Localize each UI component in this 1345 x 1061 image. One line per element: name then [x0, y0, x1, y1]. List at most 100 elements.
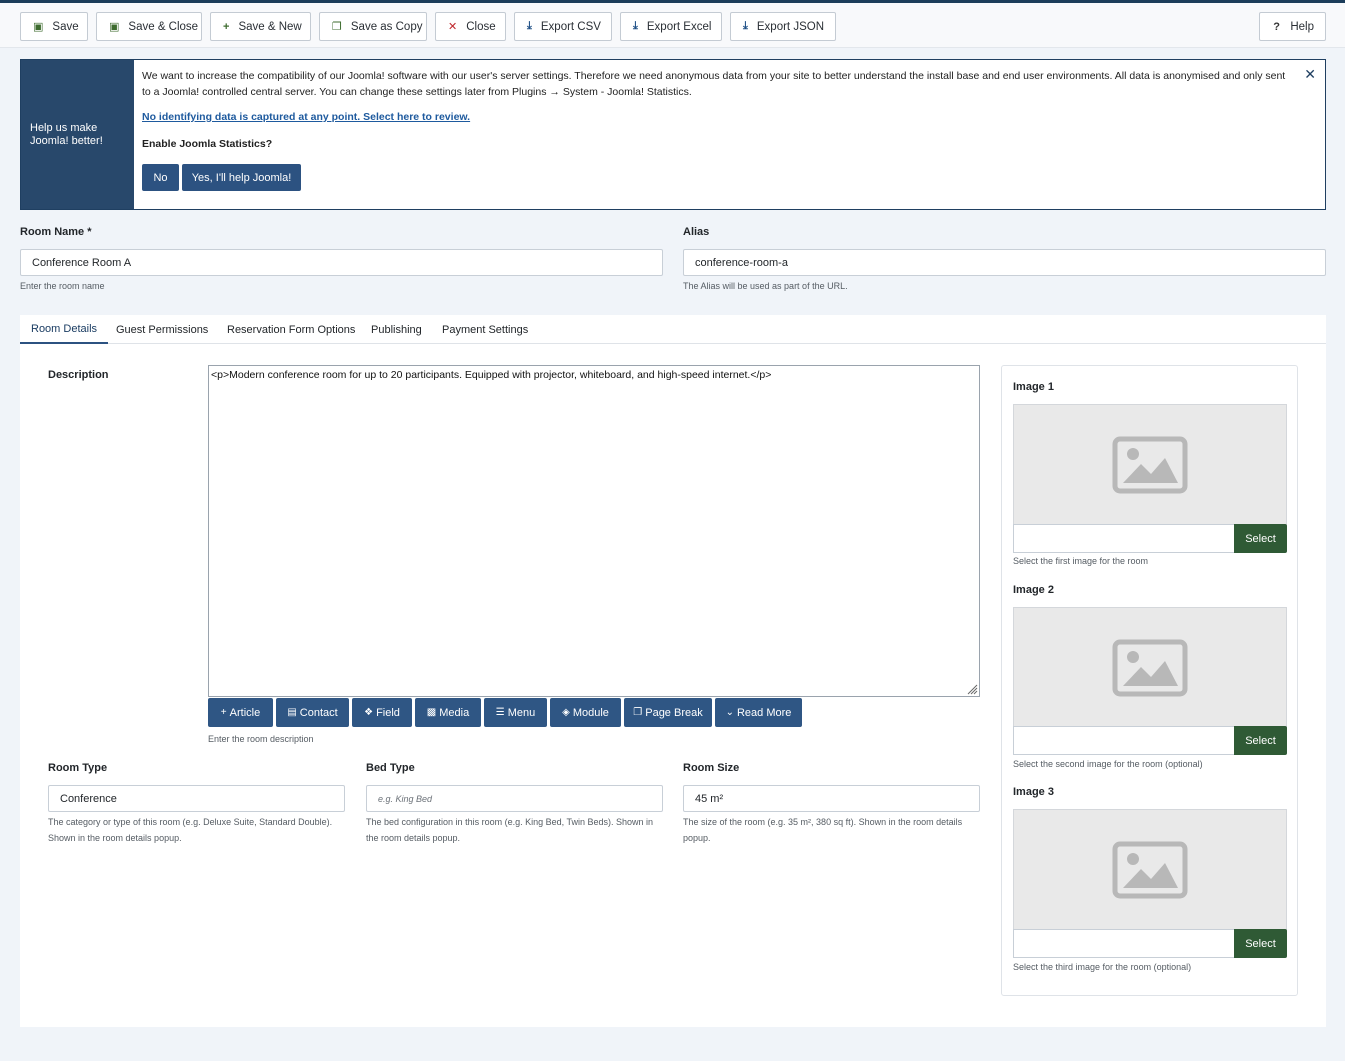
statistics-notice-message: We want to increase the compatibility of… [142, 70, 1286, 98]
download-icon: ⤓ [527, 20, 532, 32]
room-size-help: The size of the room (e.g. 35 m², 380 sq… [683, 817, 963, 843]
room-size-input[interactable]: 45 m² [683, 785, 980, 812]
export-csv-label: Export CSV [540, 20, 601, 33]
cube-icon: ◈ [562, 707, 570, 718]
image-3-path-input[interactable] [1013, 929, 1235, 958]
room-type-input[interactable]: Conference [48, 785, 345, 812]
editor-read-more-button[interactable]: ⌄ Read More [715, 698, 802, 727]
copy-icon: ❐ [633, 707, 643, 718]
statistics-notice-title: Help us make Joomla! better! [30, 121, 103, 147]
image-placeholder-icon [1112, 436, 1188, 493]
save-new-button[interactable]: + Save & New [210, 12, 311, 41]
statistics-notice: Help us make Joomla! better! We want to … [20, 59, 1326, 210]
image-placeholder-icon [1112, 841, 1188, 898]
room-name-input[interactable]: Conference Room A [20, 249, 663, 276]
plus-icon: + [223, 20, 230, 33]
editor-module-label: Module [572, 706, 609, 719]
room-type-help: The category or type of this room (e.g. … [48, 817, 333, 843]
room-size-label: Room Size [683, 762, 740, 774]
description-editor[interactable]: <p>Modern conference room for up to 20 p… [208, 365, 980, 697]
image-3-help: Select the third image for the room (opt… [1013, 962, 1192, 972]
question-mark-icon: ? [1273, 20, 1281, 33]
contact-card-icon: ▤ [287, 707, 297, 718]
tab-reservation-form-options[interactable]: Reservation Form Options [227, 315, 355, 344]
save-copy-button[interactable]: ❐ Save as Copy [319, 12, 427, 41]
help-button[interactable]: ? Help [1259, 12, 1326, 41]
resize-handle-icon[interactable] [966, 683, 978, 695]
editor-media-label: Media [439, 706, 470, 719]
tab-publishing[interactable]: Publishing [371, 315, 422, 344]
chevron-down-icon: ⌄ [725, 707, 734, 718]
image-3-label: Image 3 [1013, 786, 1054, 798]
image-3-select-button[interactable]: Select [1234, 929, 1287, 958]
bed-type-help: The bed configuration in this room (e.g.… [366, 817, 653, 843]
toolbar: ▣ Save ▣ Save & Close + Save & New ❐ Sav… [0, 3, 1345, 48]
editor-menu-button[interactable]: ☰ Menu [484, 698, 547, 727]
close-button-label: Close [466, 20, 496, 33]
statistics-review-link[interactable]: No identifying data is captured at any p… [142, 111, 470, 123]
editor-module-button[interactable]: ◈ Module [550, 698, 621, 727]
description-label: Description [48, 369, 109, 381]
editor-contact-button[interactable]: ▤ Contact [276, 698, 349, 727]
editor-page-break-button[interactable]: ❐ Page Break [624, 698, 712, 727]
editor-menu-label: Menu [507, 706, 536, 719]
close-x-icon: ✕ [448, 21, 458, 33]
save-close-label: Save & Close [128, 20, 199, 33]
image-1-path-input[interactable] [1013, 524, 1235, 553]
floppy-disk-icon: ▣ [109, 21, 120, 33]
editor-field-button[interactable]: ❖ Field [352, 698, 412, 727]
tab-room-details[interactable]: Room Details [20, 315, 109, 344]
image-1-label: Image 1 [1013, 381, 1054, 393]
editor-article-label: Article [229, 706, 261, 719]
tab-bar: Room Details Guest Permissions Reservati… [20, 315, 1326, 344]
image-2-label: Image 2 [1013, 584, 1054, 596]
editor-page-break-label: Page Break [645, 706, 703, 719]
image-placeholder-icon [1112, 639, 1188, 696]
editor-read-more-label: Read More [736, 706, 792, 719]
floppy-disk-icon: ▣ [33, 21, 44, 33]
export-csv-button[interactable]: ⤓ Export CSV [514, 12, 612, 41]
bed-type-placeholder: e.g. King Bed [378, 793, 433, 804]
image-1-help: Select the first image for the room [1013, 556, 1149, 566]
save-new-label: Save & New [238, 20, 302, 33]
tab-payment-settings[interactable]: Payment Settings [442, 315, 528, 344]
statistics-no-button[interactable]: No [142, 164, 179, 191]
editor-contact-label: Contact [299, 706, 338, 719]
export-json-button[interactable]: ⤓ Export JSON [730, 12, 836, 41]
editor-article-button[interactable]: + Article [208, 698, 273, 727]
statistics-yes-button[interactable]: Yes, I'll help Joomla! [182, 164, 301, 191]
room-type-label: Room Type [48, 762, 108, 774]
image-1-preview [1013, 404, 1287, 525]
bed-type-input[interactable]: e.g. King Bed [366, 785, 663, 812]
alias-input[interactable]: conference-room-a [683, 249, 1326, 276]
save-close-button[interactable]: ▣ Save & Close [96, 12, 202, 41]
statistics-notice-sidebar: Help us make Joomla! better! [21, 60, 134, 209]
help-button-label: Help [1290, 20, 1314, 33]
copy-icon: ❐ [332, 21, 342, 33]
save-button[interactable]: ▣ Save [20, 12, 88, 41]
statistics-question: Enable Joomla Statistics? [142, 138, 273, 150]
room-name-help: Enter the room name [20, 281, 105, 291]
editor-field-label: Field [376, 706, 400, 719]
export-excel-button[interactable]: ⤓ Export Excel [620, 12, 722, 41]
image-icon: ▩ [426, 707, 437, 718]
alias-label: Alias [683, 226, 710, 238]
puzzle-icon: ❖ [364, 707, 374, 718]
close-icon[interactable]: ✕ [1304, 66, 1316, 83]
download-icon: ⤓ [633, 20, 638, 32]
description-help: Enter the room description [208, 734, 314, 744]
image-3-preview [1013, 809, 1287, 930]
list-icon: ☰ [495, 707, 505, 718]
description-content: <p>Modern conference room for up to 20 p… [211, 369, 772, 381]
save-copy-label: Save as Copy [350, 20, 423, 33]
editor-media-button[interactable]: ▩ Media [415, 698, 481, 727]
image-2-select-button[interactable]: Select [1234, 726, 1287, 755]
room-name-label: Room Name * [20, 226, 92, 238]
image-2-path-input[interactable] [1013, 726, 1235, 755]
image-2-preview [1013, 607, 1287, 728]
save-button-label: Save [52, 20, 79, 33]
bed-type-label: Bed Type [366, 762, 415, 774]
image-1-select-button[interactable]: Select [1234, 524, 1287, 553]
tab-guest-permissions[interactable]: Guest Permissions [116, 315, 208, 344]
close-button[interactable]: ✕ Close [435, 12, 506, 41]
